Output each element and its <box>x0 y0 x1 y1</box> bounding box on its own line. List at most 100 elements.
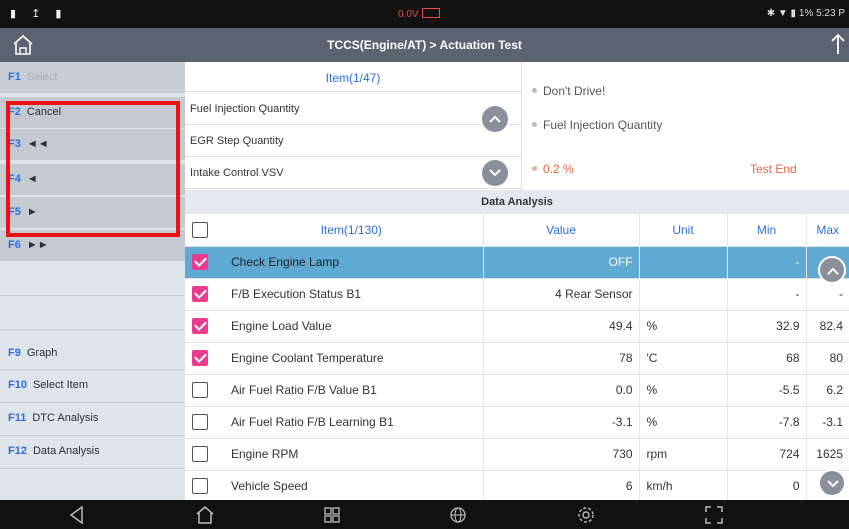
status-right: ✱ ▼ ▮ 1% 5:23 P <box>766 8 845 19</box>
row-value: 4 Rear Sensor <box>483 278 640 311</box>
f11-key-label: F11 <box>8 412 27 424</box>
f1-key-label: F1 <box>8 71 21 83</box>
row-min: -5.5 <box>727 374 807 407</box>
row-item: Vehicle Speed <box>220 470 484 503</box>
globe-icon[interactable] <box>447 504 469 526</box>
f11-dtc-analysis-button[interactable]: F11 DTC Analysis <box>0 403 185 436</box>
row-min: 32.9 <box>727 310 807 343</box>
row-unit: 'C <box>639 342 728 375</box>
f12-key-label: F12 <box>8 445 27 457</box>
select-all-checkbox[interactable] <box>192 221 208 238</box>
row-item: Engine Load Value <box>220 310 484 343</box>
chevron-up-icon <box>489 115 501 123</box>
row-checkbox[interactable] <box>192 318 208 334</box>
row-checkbox-cell[interactable] <box>185 470 220 503</box>
drive-warning-text: Don't Drive! <box>543 84 606 98</box>
row-value: 0.0 <box>483 374 640 407</box>
current-test-item-text: Fuel Injection Quantity <box>543 118 663 132</box>
apps-grid-icon[interactable] <box>321 504 343 526</box>
table-row[interactable]: Vehicle Speed 6 km/h 0 2 <box>185 470 849 503</box>
row-checkbox[interactable] <box>192 382 208 398</box>
row-value: 730 <box>483 438 640 471</box>
scroll-up-button[interactable] <box>482 106 508 132</box>
row-checkbox-cell[interactable] <box>185 310 220 343</box>
f10-select-item-button[interactable]: F10 Select Item <box>0 370 185 403</box>
current-test-value-text: 0.2 % <box>543 162 574 176</box>
bullet-icon <box>532 166 537 172</box>
table-row[interactable]: Engine Load Value 49.4 % 32.9 82.4 <box>185 310 849 343</box>
row-item: Check Engine Lamp <box>220 246 484 279</box>
row-checkbox[interactable] <box>192 286 208 302</box>
table-scroll-down-button[interactable] <box>818 469 846 497</box>
actuation-item-header: Item(1/47) <box>185 62 521 92</box>
f9-label: Graph <box>26 347 58 359</box>
row-value: OFF <box>483 246 640 279</box>
row-min: - <box>727 246 807 279</box>
row-checkbox[interactable] <box>192 478 208 494</box>
row-checkbox[interactable] <box>192 350 208 366</box>
row-checkbox-cell[interactable] <box>185 374 220 407</box>
bullet-icon <box>532 88 537 94</box>
table-header-row: Item(1/130) Value Unit Min Max <box>185 214 849 247</box>
row-checkbox[interactable] <box>192 446 208 462</box>
clock-text: 1% 5:23 P <box>798 8 845 19</box>
f9-key-label: F9 <box>8 347 21 359</box>
f1-label: Select <box>26 71 58 83</box>
screenshot-icon[interactable] <box>703 504 725 526</box>
row-checkbox[interactable] <box>192 254 208 270</box>
select-all-cell[interactable] <box>185 214 220 247</box>
current-test-value: 0.2 % <box>522 162 849 176</box>
settings-gear-icon[interactable] <box>575 504 597 526</box>
row-min: 0 <box>727 470 807 503</box>
table-row[interactable]: Air Fuel Ratio F/B Learning B1 -3.1 % -7… <box>185 406 849 439</box>
row-checkbox-cell[interactable] <box>185 278 220 311</box>
row-checkbox-cell[interactable] <box>185 246 220 279</box>
battery-icon <box>421 8 440 18</box>
main-panel: Item(1/47) Fuel Injection Quantity EGR S… <box>185 62 849 503</box>
table-scroll-up-button[interactable] <box>818 256 846 284</box>
bullet-icon <box>532 122 537 128</box>
table-row[interactable]: Engine Coolant Temperature 78 'C 68 80 <box>185 342 849 375</box>
actuation-item[interactable]: Fuel Injection Quantity <box>185 93 521 125</box>
voltage-text: 0.0V <box>398 9 419 20</box>
page-title: TCCS(Engine/AT) > Actuation Test <box>327 38 522 52</box>
f6-label: ►► <box>26 239 49 251</box>
f12-data-analysis-button[interactable]: F12 Data Analysis <box>0 436 185 469</box>
row-item: Engine Coolant Temperature <box>220 342 484 375</box>
f9-graph-button[interactable]: F9 Graph <box>0 338 185 370</box>
chevron-down-icon <box>827 480 839 488</box>
scroll-down-button[interactable] <box>482 160 508 186</box>
chevron-up-icon <box>827 267 839 275</box>
status-icons-left: ▮ ↥ ▮ <box>10 8 68 20</box>
sidebar-empty-slot <box>0 296 185 330</box>
f1-select-button[interactable]: F1 Select <box>0 62 185 93</box>
f10-key-label: F10 <box>8 379 27 391</box>
row-unit: % <box>639 310 728 343</box>
actuation-item[interactable]: EGR Step Quantity <box>185 125 521 157</box>
row-min: 68 <box>727 342 807 375</box>
row-checkbox-cell[interactable] <box>185 438 220 471</box>
row-checkbox[interactable] <box>192 414 208 430</box>
navigation-bar <box>0 500 849 529</box>
row-max: 6.2 <box>806 374 849 407</box>
upload-icon[interactable] <box>829 32 847 56</box>
row-unit: % <box>639 406 728 439</box>
f10-label: Select Item <box>32 379 88 391</box>
table-row[interactable]: Engine RPM 730 rpm 724 1625 <box>185 438 849 471</box>
row-unit: km/h <box>639 470 728 503</box>
back-icon[interactable] <box>66 504 88 526</box>
home-icon[interactable] <box>194 504 216 526</box>
table-row[interactable]: Air Fuel Ratio F/B Value B1 0.0 % -5.5 6… <box>185 374 849 407</box>
table-row[interactable]: Check Engine Lamp OFF - <box>185 246 849 279</box>
row-item: F/B Execution Status B1 <box>220 278 484 311</box>
highlight-box <box>6 101 180 237</box>
column-header-max: Max <box>806 214 849 247</box>
row-checkbox-cell[interactable] <box>185 342 220 375</box>
sidebar-empty-slot <box>0 263 185 296</box>
actuation-item[interactable]: Intake Control VSV <box>185 157 521 189</box>
row-unit: rpm <box>639 438 728 471</box>
table-row[interactable]: F/B Execution Status B1 4 Rear Sensor - … <box>185 278 849 311</box>
data-analysis-table: Item(1/130) Value Unit Min Max Check Eng… <box>185 214 849 503</box>
row-checkbox-cell[interactable] <box>185 406 220 439</box>
column-header-item: Item(1/130) <box>220 214 484 247</box>
